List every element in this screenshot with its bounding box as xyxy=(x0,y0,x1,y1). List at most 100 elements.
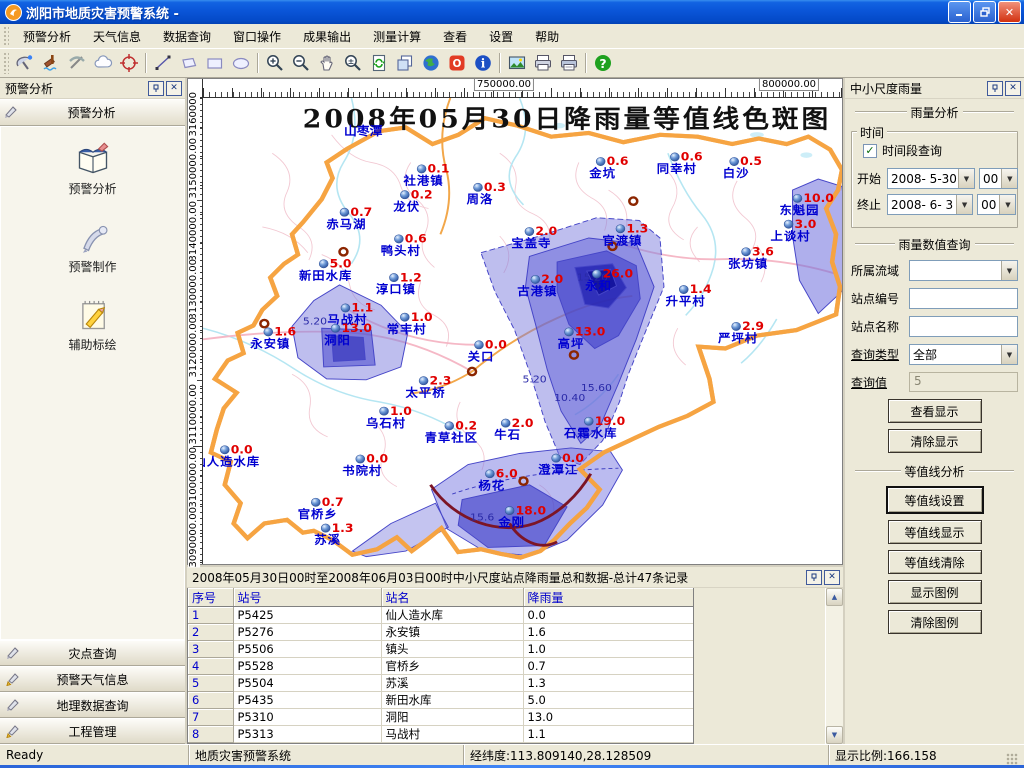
station-name-input[interactable] xyxy=(909,316,1018,337)
chevron-down-icon[interactable]: ▼ xyxy=(958,169,974,188)
copy-map-icon[interactable] xyxy=(392,50,418,76)
map-station-张坊镇[interactable]: 3.6张坊镇 xyxy=(728,245,774,270)
draw-ellipse-icon[interactable] xyxy=(228,50,254,76)
print-icon[interactable] xyxy=(530,50,556,76)
清除图例-button[interactable]: 清除图例 xyxy=(888,610,982,634)
menu-item-测量计算[interactable]: 测量计算 xyxy=(362,24,432,49)
restore-button[interactable] xyxy=(973,1,996,23)
draw-rect-icon[interactable] xyxy=(202,50,228,76)
等值线设置-button[interactable]: 等值线设置 xyxy=(886,486,984,514)
sidebar-tool-辅助标绘[interactable]: 辅助标绘 xyxy=(1,297,184,353)
sidebar-item-灾点查询[interactable]: 灾点查询 xyxy=(0,640,185,666)
zoom-in-icon[interactable] xyxy=(262,50,288,76)
zoom-out-icon[interactable] xyxy=(288,50,314,76)
pin-icon[interactable] xyxy=(987,81,1003,96)
pan-hand-icon[interactable] xyxy=(314,50,340,76)
warning-analysis-icon[interactable] xyxy=(12,50,38,76)
显示图例-button[interactable]: 显示图例 xyxy=(888,580,982,604)
table-column-站号[interactable]: 站号 xyxy=(233,588,381,607)
map-station-社港镇[interactable]: 0.1社港镇 xyxy=(403,162,450,187)
table-row[interactable]: 1P5425仙人造水库0.0 xyxy=(188,607,693,624)
map-station-龙伏[interactable]: 0.2龙伏 xyxy=(392,188,432,213)
map-station-周洛[interactable]: 0.3周洛 xyxy=(467,180,506,205)
sidebar-item-地理数据查询[interactable]: 地理数据查询 xyxy=(0,692,185,718)
close-icon[interactable]: ✕ xyxy=(824,570,840,585)
map-station-白沙[interactable]: 0.5白沙 xyxy=(723,155,762,180)
stop-icon[interactable]: O xyxy=(444,50,470,76)
refresh-view-icon[interactable] xyxy=(366,50,392,76)
map-station-青草社区[interactable]: 0.2青草社区 xyxy=(425,419,478,444)
resize-grip[interactable] xyxy=(1006,753,1018,765)
chevron-down-icon[interactable]: ▼ xyxy=(1001,261,1017,280)
chevron-down-icon[interactable]: ▼ xyxy=(956,195,972,214)
draw-line-icon[interactable] xyxy=(150,50,176,76)
map-station-严坪村[interactable]: 2.9严坪村 xyxy=(717,319,764,344)
table-row[interactable]: 8P5313马战村1.1 xyxy=(188,726,693,743)
export-image-icon[interactable] xyxy=(504,50,530,76)
table-column-降雨量[interactable]: 降雨量 xyxy=(523,588,693,607)
table-row[interactable]: 7P5310洞阳13.0 xyxy=(188,709,693,726)
aux-plot-icon[interactable] xyxy=(64,50,90,76)
warning-make-icon[interactable] xyxy=(38,50,64,76)
table-column-序号[interactable]: 序号 xyxy=(188,588,233,607)
menubar-grip[interactable] xyxy=(3,26,9,45)
chevron-down-icon[interactable]: ▼ xyxy=(1001,345,1017,364)
end-date-picker[interactable]: 2008- 6- 3▼ xyxy=(887,194,973,215)
清除显示-button[interactable]: 清除显示 xyxy=(888,429,982,453)
minimize-button[interactable] xyxy=(948,1,971,23)
等值线清除-button[interactable]: 等值线清除 xyxy=(888,550,982,574)
menu-item-设置[interactable]: 设置 xyxy=(478,24,524,49)
map-station-升平村[interactable]: 1.4升平村 xyxy=(666,283,712,308)
map-station-关口[interactable]: 0.0关口 xyxy=(468,338,507,363)
map-station-同幸村[interactable]: 0.6同幸村 xyxy=(657,150,703,175)
query-type-select[interactable]: 全部▼ xyxy=(909,344,1018,365)
menu-item-窗口操作[interactable]: 窗口操作 xyxy=(222,24,292,49)
close-icon[interactable]: ✕ xyxy=(166,81,182,96)
map-station-书院村[interactable]: 0.0书院村 xyxy=(342,452,388,477)
menu-item-查看[interactable]: 查看 xyxy=(432,24,478,49)
pin-icon[interactable] xyxy=(806,570,822,585)
map-canvas[interactable]: 2008年05月30日降雨量等值线色斑图 5.2015.205.2015.601… xyxy=(203,98,842,564)
sidebar-tool-预警分析[interactable]: 预警分析 xyxy=(1,141,184,197)
scroll-up-icon[interactable]: ▲ xyxy=(826,588,843,606)
weather-cloud-icon[interactable] xyxy=(90,50,116,76)
globe-icon[interactable] xyxy=(418,50,444,76)
map-station-宝盖寺[interactable]: 2.0宝盖寺 xyxy=(511,225,557,250)
等值线显示-button[interactable]: 等值线显示 xyxy=(888,520,982,544)
map-station-官桥乡[interactable]: 0.7官桥乡 xyxy=(298,495,344,520)
basin-select[interactable]: ▼ xyxy=(909,260,1018,281)
table-row[interactable]: 4P5528官桥乡0.7 xyxy=(188,658,693,675)
table-row[interactable]: 5P5504苏溪1.3 xyxy=(188,675,693,692)
chevron-down-icon[interactable]: ▼ xyxy=(1001,169,1017,188)
end-hour-select[interactable]: 00▼ xyxy=(977,194,1016,215)
map-station-金坑[interactable]: 0.6金坑 xyxy=(588,155,628,180)
table-column-站名[interactable]: 站名 xyxy=(381,588,523,607)
locate-target-icon[interactable] xyxy=(116,50,142,76)
table-scrollbar[interactable]: ▲ ▼ xyxy=(825,588,843,744)
menu-item-数据查询[interactable]: 数据查询 xyxy=(152,24,222,49)
draw-polygon-icon[interactable] xyxy=(176,50,202,76)
toolbar-grip[interactable] xyxy=(3,52,9,74)
chevron-down-icon[interactable]: ▼ xyxy=(999,195,1015,214)
map-station-赤马湖[interactable]: 0.7赤马湖 xyxy=(326,205,372,230)
map-station-牛石[interactable]: 2.0牛石 xyxy=(494,416,533,441)
map-station-苏溪[interactable]: 1.3苏溪 xyxy=(314,521,353,546)
table-row[interactable]: 2P5276永安镇1.6 xyxy=(188,624,693,641)
station-id-input[interactable] xyxy=(909,288,1018,309)
sidebar-item-工程管理[interactable]: 工程管理 xyxy=(0,718,185,744)
menu-item-天气信息[interactable]: 天气信息 xyxy=(82,24,152,49)
map-station-永安镇[interactable]: 1.6永安镇 xyxy=(249,325,296,350)
sidebar-item-预警天气信息[interactable]: 预警天气信息 xyxy=(0,666,185,692)
print-preview-icon[interactable] xyxy=(556,50,582,76)
map-station-乌石村[interactable]: 1.0乌石村 xyxy=(366,404,412,429)
map-station-新田水库[interactable]: 5.0新田水库 xyxy=(299,257,352,282)
sidebar-section-warning-analysis[interactable]: 预警分析 xyxy=(0,99,185,126)
map-station-鸭头村[interactable]: 0.6鸭头村 xyxy=(381,232,427,257)
scroll-down-icon[interactable]: ▼ xyxy=(826,726,843,744)
help-icon[interactable]: ? xyxy=(590,50,616,76)
table-row[interactable]: 3P5506镇头1.0 xyxy=(188,641,693,658)
zoom-extent-icon[interactable]: ± xyxy=(340,50,366,76)
close-icon[interactable]: ✕ xyxy=(1005,81,1021,96)
查看显示-button[interactable]: 查看显示 xyxy=(888,399,982,423)
table-row[interactable]: 6P5435新田水库5.0 xyxy=(188,692,693,709)
